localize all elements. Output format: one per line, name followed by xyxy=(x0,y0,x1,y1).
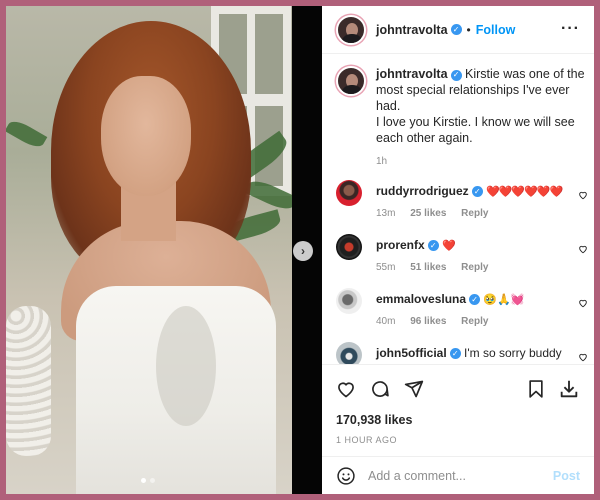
reply-button[interactable]: Reply xyxy=(461,262,488,273)
commenter-avatar[interactable] xyxy=(336,342,362,364)
comment-username[interactable]: emmalovesluna xyxy=(376,292,466,306)
like-heart-icon[interactable] xyxy=(336,379,356,399)
verified-badge-icon: ✓ xyxy=(471,186,483,197)
comment-likes[interactable]: 25 likes xyxy=(410,208,446,219)
person-face xyxy=(101,76,191,196)
heart-icon[interactable] xyxy=(578,244,588,254)
post-actions: 170,938 likes 1 HOUR AGO xyxy=(322,364,594,456)
likes-count[interactable]: 170,938 likes xyxy=(336,413,412,427)
post-photo[interactable] xyxy=(6,6,322,494)
verified-badge-icon: ✓ xyxy=(427,240,439,251)
chevron-right-icon: › xyxy=(301,244,305,258)
add-comment-bar: Add a comment... Post xyxy=(322,456,594,494)
pearl-necklace xyxy=(6,306,51,456)
commenter-avatar[interactable] xyxy=(336,288,362,314)
caption-text: johntravolta ✓ Kirstie was one of the mos… xyxy=(376,66,586,146)
caption-body-2: I love you Kirstie. I know we will see e… xyxy=(376,115,575,145)
post-side-panel: johntravolta ✓ • Follow ··· johntravolta… xyxy=(322,6,594,494)
next-image-button[interactable]: › xyxy=(293,241,313,261)
commenter-avatar[interactable] xyxy=(336,234,362,260)
verified-badge-icon: ✓ xyxy=(450,69,462,81)
comment-username[interactable]: prorenfx xyxy=(376,238,425,252)
post-comment-button[interactable]: Post xyxy=(553,469,580,483)
carousel-dots xyxy=(141,478,155,483)
more-options-icon[interactable]: ··· xyxy=(561,20,580,38)
reply-button[interactable]: Reply xyxy=(461,316,488,327)
verified-badge-icon: ✓ xyxy=(449,348,461,359)
share-send-icon[interactable] xyxy=(404,379,424,399)
separator: • xyxy=(466,22,471,37)
comment-input[interactable]: Add a comment... xyxy=(368,469,553,483)
comment-item: ruddyrrodriguez ✓ ❤️❤️❤️❤️❤️❤️ 13m 25 lik… xyxy=(336,180,588,234)
post-modal: › johntravolta ✓ • Follow ··· johntravol… xyxy=(6,6,594,494)
comment-username[interactable]: ruddyrrodriguez xyxy=(376,184,469,198)
avatar[interactable] xyxy=(336,14,366,45)
verified-badge-icon: ✓ xyxy=(450,24,462,35)
comment-time: 55m xyxy=(376,262,396,273)
comment-item: prorenfx ✓ ❤️ 55m 51 likes Reply xyxy=(336,234,588,288)
comment-text: 🥹🙏💓 xyxy=(483,294,525,306)
comment-time: 13m xyxy=(376,208,396,219)
comment-likes[interactable]: 96 likes xyxy=(410,316,446,327)
comment-username[interactable]: john5official xyxy=(376,346,447,360)
commenter-avatar[interactable] xyxy=(336,180,362,206)
carousel-dot xyxy=(150,478,155,483)
comment-text: ❤️❤️❤️❤️❤️❤️ xyxy=(486,186,563,198)
carousel-dot-active xyxy=(141,478,146,483)
download-icon[interactable] xyxy=(558,378,580,400)
bookmark-save-icon[interactable] xyxy=(526,379,546,399)
follow-button[interactable]: Follow xyxy=(476,23,516,37)
heart-icon[interactable] xyxy=(578,352,588,362)
post-caption: johntravolta ✓ Kirstie was one of the mos… xyxy=(336,66,586,167)
post-header: johntravolta ✓ • Follow ··· xyxy=(322,6,594,54)
comment-bubble-icon[interactable] xyxy=(370,379,390,399)
comment-text: ❤️ xyxy=(442,240,456,252)
caption-username[interactable]: johntravolta xyxy=(376,67,448,81)
header-username[interactable]: johntravolta xyxy=(376,23,448,37)
comment-item: john5official ✓ I'm so sorry buddy xyxy=(336,342,588,364)
verified-badge-icon: ✓ xyxy=(469,294,481,305)
comment-likes[interactable]: 51 likes xyxy=(410,262,446,273)
reply-button[interactable]: Reply xyxy=(461,208,488,219)
caption-time: 1h xyxy=(376,156,388,167)
comment-item: emmalovesluna ✓ 🥹🙏💓 40m 96 likes Reply xyxy=(336,288,588,342)
comment-text: I'm so sorry buddy xyxy=(464,346,562,360)
heart-icon[interactable] xyxy=(578,298,588,308)
caption-avatar[interactable] xyxy=(336,66,366,96)
comment-time: 40m xyxy=(376,316,396,327)
comment-list: ruddyrrodriguez ✓ ❤️❤️❤️❤️❤️❤️ 13m 25 lik… xyxy=(336,180,588,364)
post-timestamp: 1 HOUR AGO xyxy=(336,435,398,445)
heart-icon[interactable] xyxy=(578,190,588,200)
emoji-smile-icon[interactable] xyxy=(336,466,356,486)
